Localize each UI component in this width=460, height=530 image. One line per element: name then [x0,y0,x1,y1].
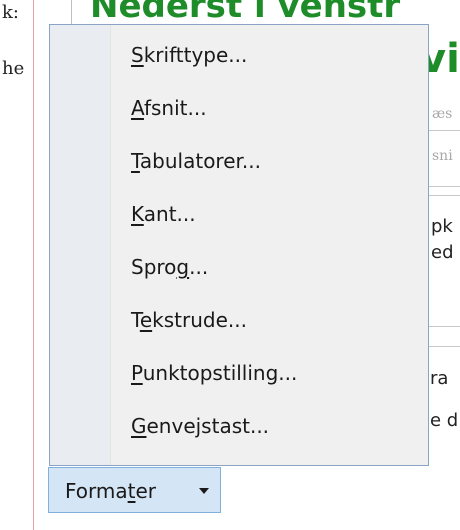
doc-heading: Nederst i venstr [90,0,401,26]
menu-item-label: Kant... [131,202,196,226]
format-menu: Skrifttype... Afsnit... Tabulatorer... K… [49,24,429,466]
doc-faint-2: sni [432,148,453,164]
menu-item-tabulatorer[interactable]: Tabulatorer... [50,141,428,187]
menu-item-label: Sprog... [131,255,209,279]
menu-item-kant[interactable]: Kant... [50,194,428,240]
menu-item-genvejstast[interactable]: Genvejstast... [50,406,428,452]
doc-right-line-2: e d [430,410,459,431]
menu-item-tekstrude[interactable]: Tekstrude... [50,300,428,346]
menu-item-sprog[interactable]: Sprog... [50,247,428,293]
menu-item-label: Skrifttype... [131,43,248,67]
doc-box-line-2: ed [431,242,454,263]
formater-button-label: Formater [65,479,157,503]
doc-faint-1: æs [432,106,453,122]
chevron-down-icon [199,488,209,494]
menu-item-label: Tekstrude... [131,308,247,332]
menu-item-label: Genvejstast... [131,414,270,438]
formater-dropdown-button[interactable]: Formater [48,467,221,513]
menu-item-label: Tabulatorer... [131,149,261,173]
margin-divider [33,0,34,530]
menu-item-label: Afsnit... [131,96,207,120]
menu-item-punktopstilling[interactable]: Punktopstilling... [50,353,428,399]
menu-item-skrifttype[interactable]: Skrifttype... [50,35,428,81]
document-margin [0,0,33,530]
doc-right-line-1: ra [430,368,449,389]
menu-item-afsnit[interactable]: Afsnit... [50,88,428,134]
menu-item-label: Punktopstilling... [131,361,298,385]
doc-box-line-1: pk [431,216,453,237]
doc-label-1: k: [2,2,19,23]
doc-label-2: he [2,58,25,79]
